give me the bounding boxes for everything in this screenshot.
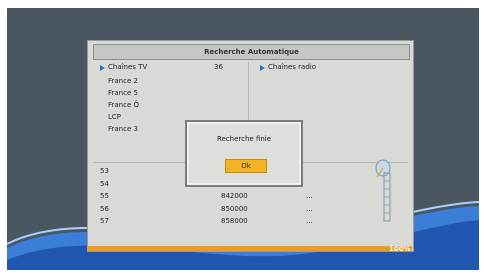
scan-progress-fill: [87, 246, 412, 251]
scan-status: ...: [306, 192, 313, 200]
channel-number: 54: [100, 179, 109, 188]
channel-number: 53: [100, 167, 109, 175]
completion-dialog: Recherche finie Ok: [185, 120, 303, 187]
table-row: 56 850000 ...: [96, 205, 376, 218]
frequency: 842000: [221, 192, 248, 200]
tv-channels-count: 36: [214, 63, 223, 71]
tv-channels-label: Chaînes TV: [108, 63, 148, 71]
dialog-message: Recherche finie: [216, 135, 272, 143]
channel-number: 55: [100, 192, 109, 200]
radio-channels-label: Chaînes radio: [268, 63, 317, 71]
list-item: France 2: [108, 77, 138, 85]
panel-title: Recherche Automatique: [93, 44, 410, 60]
list-item: France 5: [108, 89, 138, 97]
ok-button[interactable]: Ok: [225, 159, 267, 173]
tv-screen: Recherche Automatique Chaînes TV 36 Fran…: [7, 8, 479, 270]
scan-status: ...: [306, 217, 313, 225]
arrow-icon: [100, 65, 105, 71]
table-row: 57 858000 ...: [96, 217, 376, 230]
frequency: 858000: [221, 217, 248, 225]
radio-channel-list: Chaînes radio: [250, 63, 405, 118]
radio-channels-header: Chaînes radio: [250, 63, 405, 75]
arrow-icon: [260, 65, 265, 71]
channel-number: 56: [100, 204, 109, 213]
frequency: 850000: [221, 204, 248, 213]
scan-progress-bar: [87, 246, 412, 251]
tv-channels-header: Chaînes TV 36: [96, 63, 246, 75]
list-item: France Ô: [108, 101, 140, 109]
table-row: 55 842000 ...: [96, 192, 376, 205]
scan-status: ...: [306, 204, 313, 213]
search-panel: Recherche Automatique Chaînes TV 36 Fran…: [87, 40, 414, 252]
satellite-dish-icon: [375, 159, 391, 222]
progress-percent: 100%: [389, 245, 411, 253]
channel-number: 57: [100, 217, 109, 225]
